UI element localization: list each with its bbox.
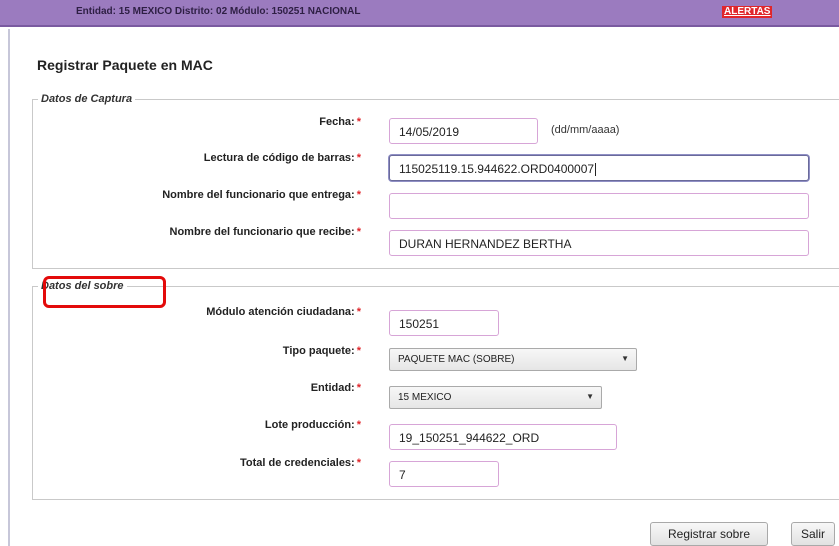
date-label: Fecha: *	[319, 116, 361, 128]
date-format-hint: (dd/mm/aaaa)	[551, 124, 620, 136]
page-title: Registrar Paquete en MAC	[37, 57, 213, 73]
required-mark: *	[356, 419, 361, 431]
required-mark: *	[356, 382, 361, 394]
package-type-label-text: Tipo paquete:	[282, 345, 355, 357]
required-mark: *	[356, 226, 361, 238]
module-field[interactable]: 150251	[389, 310, 499, 336]
date-field[interactable]: 14/05/2019	[389, 118, 538, 144]
deliverer-label: Nombre del funcionario que entrega: *	[162, 189, 361, 201]
entity-label-text: Entidad:	[310, 382, 355, 394]
text-caret	[595, 163, 597, 177]
top-bar: Entidad: 15 MEXICO Distrito: 02 Módulo: …	[0, 0, 839, 27]
required-mark: *	[356, 189, 361, 201]
required-mark: *	[356, 345, 361, 357]
entity-select[interactable]: 15 MEXICO ▼	[389, 386, 602, 409]
entity-value: 15 MEXICO	[398, 392, 452, 403]
module-label: Módulo atención ciudadana: *	[206, 306, 361, 318]
receiver-label-text: Nombre del funcionario que recibe:	[169, 226, 355, 238]
credentials-total-label-text: Total de credenciales:	[239, 457, 355, 469]
module-label-text: Módulo atención ciudadana:	[206, 306, 355, 318]
highlight-annotation	[43, 276, 166, 308]
barcode-value: 115025119.15.944622.ORD0400007	[399, 162, 595, 176]
credentials-total-field[interactable]: 7	[389, 461, 499, 487]
session-info: Entidad: 15 MEXICO Distrito: 02 Módulo: …	[76, 6, 361, 17]
left-border	[8, 29, 10, 546]
package-type-label: Tipo paquete: *	[283, 345, 361, 357]
barcode-field[interactable]: 115025119.15.944622.ORD0400007	[389, 155, 809, 181]
required-mark: *	[356, 116, 361, 128]
receiver-name-field[interactable]: DURAN HERNANDEZ BERTHA	[389, 230, 809, 256]
credentials-total-label: Total de credenciales: *	[240, 457, 361, 469]
register-envelope-button[interactable]: Registrar sobre	[650, 522, 768, 546]
receiver-label: Nombre del funcionario que recibe: *	[170, 226, 361, 238]
entity-label: Entidad: *	[311, 382, 361, 394]
required-mark: *	[356, 152, 361, 164]
package-type-select[interactable]: PAQUETE MAC (SOBRE) ▼	[389, 348, 637, 371]
deliverer-label-text: Nombre del funcionario que entrega:	[162, 189, 355, 201]
package-type-value: PAQUETE MAC (SOBRE)	[398, 354, 515, 365]
lot-field[interactable]: 19_150251_944622_ORD	[389, 424, 617, 450]
alerts-link[interactable]: ALERTAS	[722, 6, 773, 18]
date-label-text: Fecha:	[319, 116, 355, 128]
lot-label: Lote producción: *	[265, 419, 361, 431]
dropdown-arrow-icon: ▼	[621, 354, 629, 363]
capture-data-legend: Datos de Captura	[41, 93, 133, 105]
dropdown-arrow-icon: ▼	[586, 392, 594, 401]
deliverer-name-field[interactable]	[389, 193, 809, 219]
lot-label-text: Lote producción:	[264, 419, 355, 431]
required-mark: *	[356, 306, 361, 318]
barcode-label: Lectura de código de barras: *	[204, 152, 361, 164]
barcode-label-text: Lectura de código de barras:	[203, 152, 355, 164]
exit-button[interactable]: Salir	[791, 522, 835, 546]
required-mark: *	[356, 457, 361, 469]
